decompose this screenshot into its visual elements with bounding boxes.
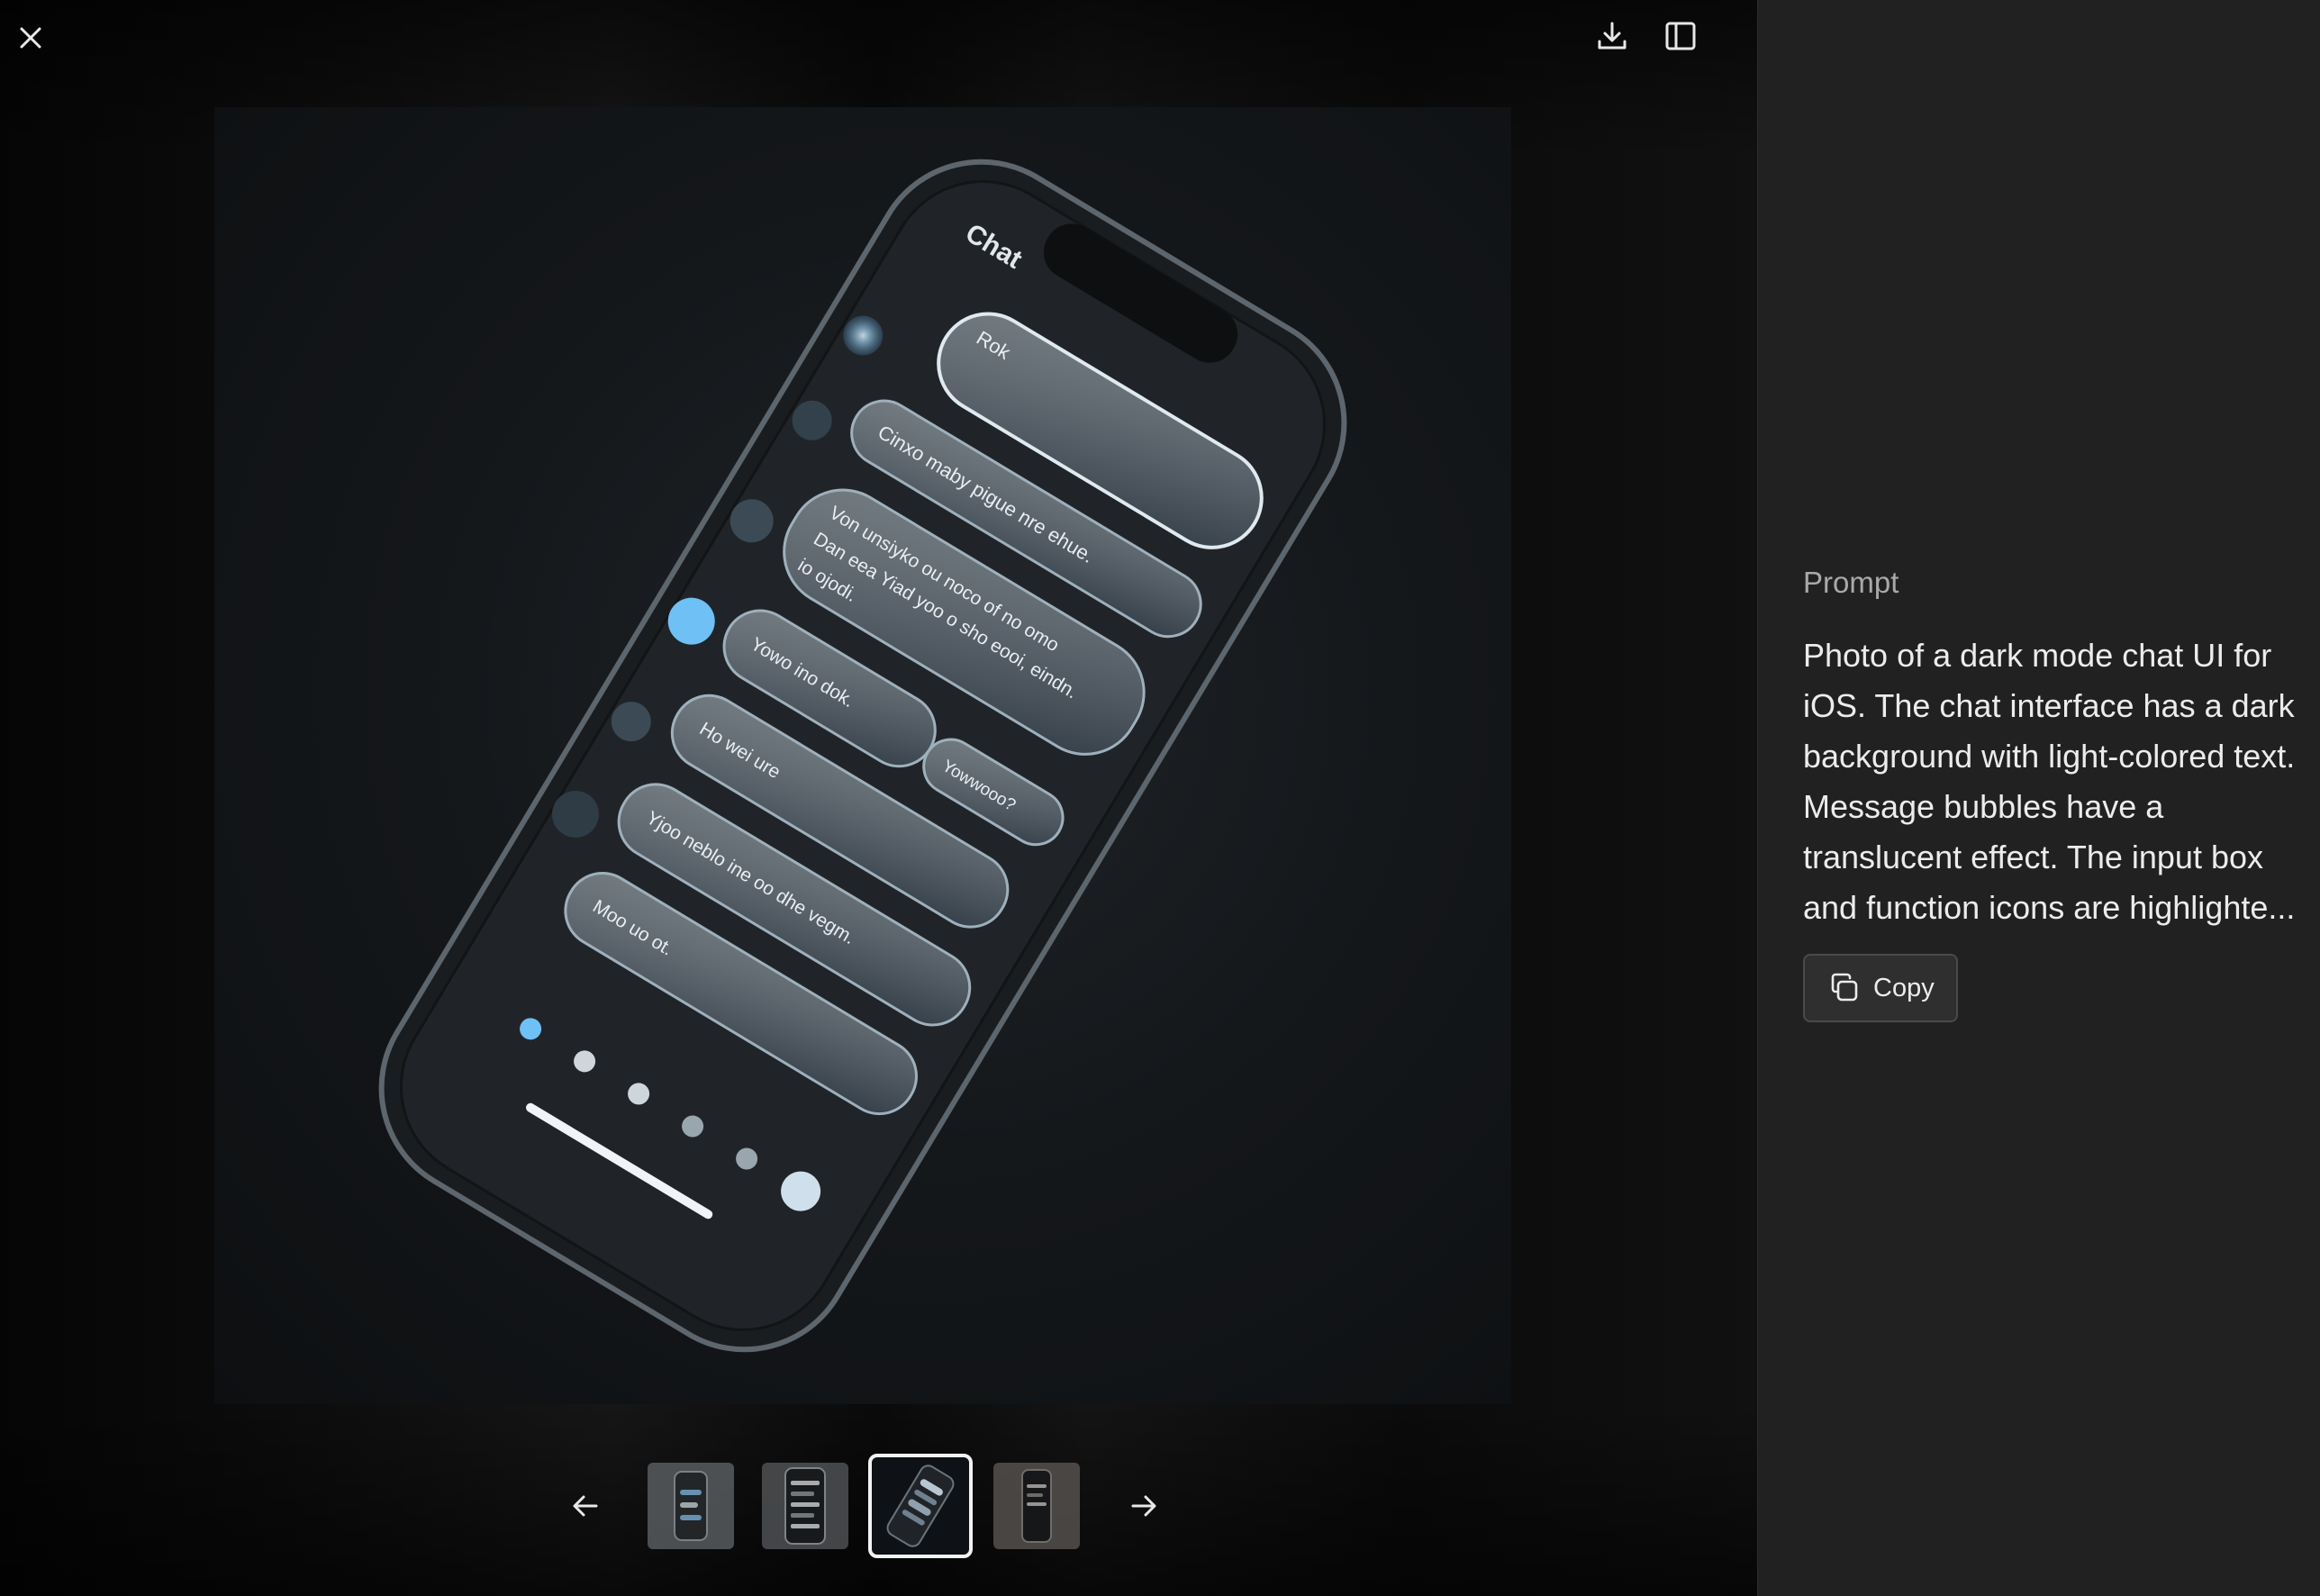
thumbnail-4-preview — [1021, 1469, 1052, 1543]
thumbnail-2[interactable] — [762, 1463, 848, 1549]
thumbnail-1[interactable] — [648, 1463, 734, 1549]
copy-icon — [1831, 973, 1858, 1002]
prompt-panel: Prompt Photo of a dark mode chat UI for … — [1757, 0, 2320, 1596]
download-button[interactable] — [1587, 11, 1637, 61]
previous-image-button[interactable] — [560, 1481, 611, 1531]
thumbnail-3-selected[interactable] — [868, 1454, 973, 1558]
close-icon — [20, 27, 41, 49]
copy-button[interactable]: Copy — [1803, 954, 1958, 1022]
next-image-button[interactable] — [1119, 1481, 1169, 1531]
phone-illustration: Chat Rok Cinxo maby pigue nre ehue. Von … — [378, 159, 1347, 1353]
image-viewer: Chat Rok Cinxo maby pigue nre ehue. Von … — [0, 0, 1757, 1596]
arrow-left-icon — [573, 1495, 598, 1517]
copy-label: Copy — [1873, 973, 1935, 1002]
thumbnail-1-preview — [674, 1471, 708, 1541]
download-icon — [1598, 22, 1627, 50]
thumbnail-strip — [0, 1441, 1757, 1567]
prompt-label: Prompt — [1803, 566, 1899, 599]
thumbnail-2-preview — [784, 1467, 826, 1545]
sidebar-toggle-button[interactable] — [1655, 11, 1706, 61]
sidebar-toggle-icon — [1665, 22, 1696, 50]
arrow-right-icon — [1131, 1495, 1156, 1517]
thumbnail-3-preview — [886, 1465, 955, 1547]
prompt-text: Photo of a dark mode chat UI for iOS. Th… — [1803, 637, 2296, 926]
generated-image: Chat Rok Cinxo maby pigue nre ehue. Von … — [214, 107, 1511, 1404]
thumbnail-4[interactable] — [993, 1463, 1080, 1549]
close-button[interactable] — [5, 13, 56, 63]
